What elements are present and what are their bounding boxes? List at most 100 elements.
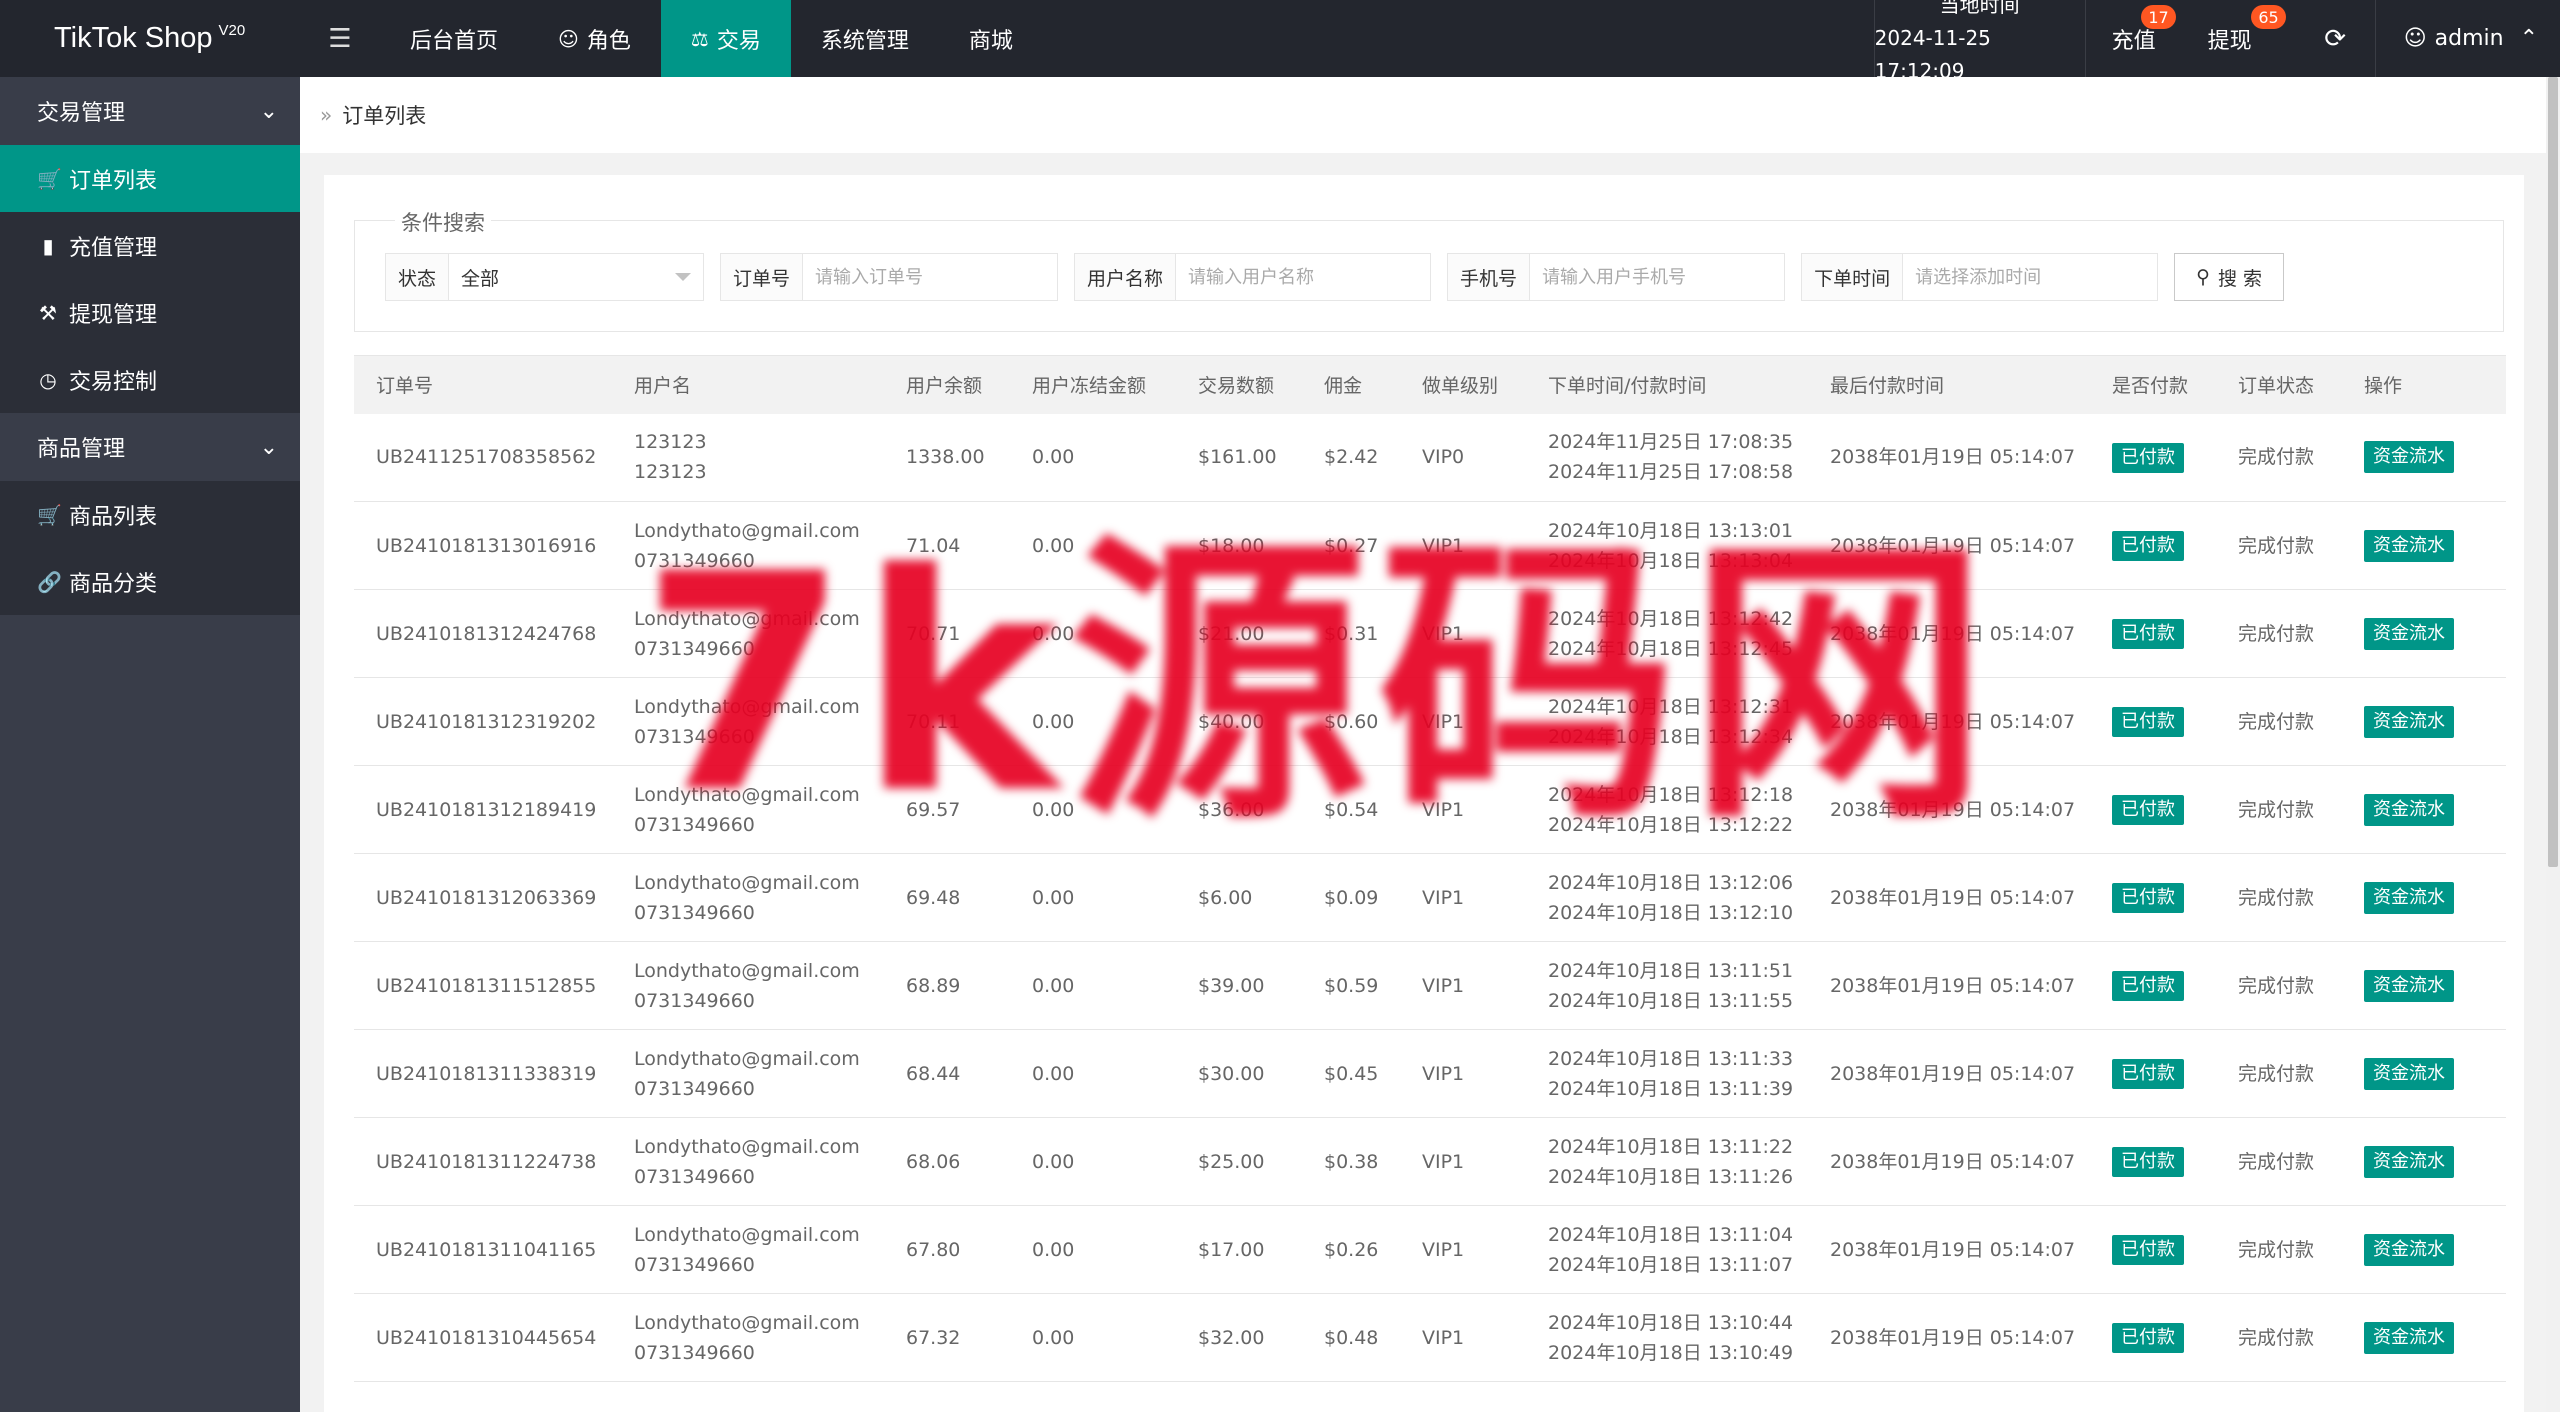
balance-cell: 1338.00	[906, 446, 985, 469]
paid-badge: 已付款	[2112, 883, 2184, 913]
hammer-icon: ⚒	[39, 300, 57, 325]
level-cell: VIP1	[1422, 974, 1465, 997]
fund-flow-button[interactable]: 资金流水	[2364, 529, 2454, 562]
fund-flow-button[interactable]: 资金流水	[2364, 705, 2454, 738]
paid-cell: 已付款	[2090, 1030, 2216, 1118]
fund-flow-button[interactable]: 资金流水	[2364, 617, 2454, 650]
sidebar-item-withdraw[interactable]: ⚒ 提现管理	[0, 279, 300, 346]
frozen-cell: 0.00	[1032, 1326, 1075, 1349]
sidebar: 交易管理 ⌄ 🛒 订单列表 ▮ 充值管理 ⚒ 提现管理 ◷ 交易控制 商品管理 …	[0, 77, 300, 1412]
column-header: 订单号	[354, 355, 612, 414]
column-header: 佣金	[1302, 355, 1400, 414]
status-cell: 完成付款	[2238, 1150, 2315, 1173]
table-row: UB2410181312424768 Londythato@gmail.com 07…	[354, 590, 2506, 678]
frozen-cell: 0.00	[1032, 974, 1075, 997]
fund-flow-button[interactable]: 资金流水	[2364, 1321, 2454, 1354]
time-input[interactable]	[1903, 254, 2158, 300]
order-cell: UB2410181311224738	[376, 1150, 597, 1173]
sidebar-item-goods-category[interactable]: 🔗 商品分类	[0, 548, 300, 615]
commission-cell: $0.45	[1324, 1062, 1379, 1085]
level-cell: VIP0	[1422, 446, 1465, 469]
search-button[interactable]: ⚲ 搜 索	[2174, 253, 2285, 301]
fund-flow-button[interactable]: 资金流水	[2364, 969, 2454, 1002]
user-phone: 0731349660	[634, 1077, 755, 1100]
fund-flow-button[interactable]: 资金流水	[2364, 881, 2454, 914]
last-cell: 2038年01月19日 05:14:07	[1830, 710, 2076, 733]
paid-badge: 已付款	[2112, 971, 2184, 1001]
level-cell: VIP1	[1422, 534, 1465, 557]
sidebar-group-goods[interactable]: 商品管理 ⌄	[0, 413, 300, 481]
nav-role[interactable]: ☺ 角色	[528, 0, 661, 77]
order-time-cell: 2024年10月18日 13:11:33 2024年10月18日 13:11:39	[1526, 1030, 1808, 1118]
pay-time: 2024年10月18日 13:11:26	[1548, 1165, 1794, 1188]
order-input[interactable]	[803, 254, 1058, 300]
user-menu[interactable]: ☺ admin ⌃	[2376, 0, 2560, 77]
recharge-button[interactable]: 充值 17	[2086, 0, 2182, 77]
breadcrumb-current[interactable]: 订单列表	[342, 100, 426, 130]
nav-shop[interactable]: 商城	[939, 0, 1043, 77]
search-icon: ⚲	[2196, 266, 2211, 288]
fund-flow-button[interactable]: 资金流水	[2364, 1145, 2454, 1178]
order-time: 2024年10月18日 13:10:44	[1548, 1311, 1794, 1334]
user-phone: 0731349660	[634, 1341, 755, 1364]
pay-time: 2024年10月18日 13:12:45	[1548, 637, 1794, 660]
sidebar-item-recharge[interactable]: ▮ 充值管理	[0, 212, 300, 279]
amount-cell: $161.00	[1198, 446, 1277, 469]
fund-flow-button[interactable]: 资金流水	[2364, 441, 2454, 474]
balance-cell: 68.89	[906, 974, 961, 997]
last-cell: 2038年01月19日 05:14:07	[1830, 446, 2076, 469]
status-select[interactable]: 全部	[449, 254, 703, 300]
order-time-cell: 2024年10月18日 13:12:42 2024年10月18日 13:12:45	[1526, 590, 1808, 678]
user-cell: Londythato@gmail.com 0731349660	[612, 1030, 884, 1118]
sidebar-item-trade-control[interactable]: ◷ 交易控制	[0, 346, 300, 413]
column-header: 用户余额	[884, 355, 1010, 414]
order-time: 2024年11月25日 17:08:35	[1548, 431, 1794, 454]
level-cell: VIP1	[1422, 622, 1465, 645]
table-row: UB2410181313016916 Londythato@gmail.com 07…	[354, 502, 2506, 590]
withdraw-button[interactable]: 提现 65	[2182, 0, 2296, 77]
paid-badge: 已付款	[2112, 1059, 2184, 1089]
commission-cell: $2.42	[1324, 446, 1379, 469]
table-row: Londythato@gmail.com 2024年10月18日 13:10:22	[354, 1382, 2506, 1412]
last-cell: 2038年01月19日 05:14:07	[1830, 1326, 2076, 1349]
nav-trade[interactable]: ⚖ 交易	[660, 0, 791, 77]
scrollbar[interactable]	[2546, 77, 2560, 1412]
last-cell: 2038年01月19日 05:14:07	[1830, 798, 2076, 821]
scrollbar-thumb[interactable]	[2548, 77, 2558, 867]
user-phone: 0731349660	[634, 637, 755, 660]
fund-flow-button[interactable]: 资金流水	[2364, 1233, 2454, 1266]
cart-icon: 🛒	[37, 502, 62, 527]
user-email: Londythato@gmail.com	[634, 519, 860, 542]
logo[interactable]: TikTok Shop V20	[0, 0, 300, 77]
sidebar-item-goods-list[interactable]: 🛒 商品列表	[0, 481, 300, 548]
username-input[interactable]	[1176, 254, 1431, 300]
status-cell: 完成付款	[2238, 534, 2315, 557]
search-fieldset: 条件搜索 状态 全部 订单号 用户名称 手	[354, 207, 2504, 332]
refresh-icon[interactable]: ⟳	[2296, 0, 2376, 77]
balance-cell: 67.80	[906, 1238, 961, 1261]
fund-flow-button[interactable]: 资金流水	[2364, 793, 2454, 826]
user-phone: 0731349660	[634, 989, 755, 1012]
menu-toggle-icon[interactable]: ☰	[300, 0, 380, 77]
sidebar-group-trade[interactable]: 交易管理 ⌄	[0, 77, 300, 145]
order-table: 订单号 用户名 用户余额 用户冻结金额 交易数额 佣金 做单级别 下单时间/付款时间 最后付款时…	[354, 355, 2506, 1412]
sidebar-item-label: 提现管理	[69, 302, 158, 328]
user-email: Londythato@gmail.com	[634, 871, 860, 894]
phone-input[interactable]	[1530, 254, 1785, 300]
action-cell: 资金流水	[2342, 502, 2506, 590]
sidebar-item-orders[interactable]: 🛒 订单列表	[0, 145, 300, 212]
nav-home[interactable]: 后台首页	[380, 0, 528, 77]
frozen-cell: 0.00	[1032, 1150, 1075, 1173]
order-time-cell: 2024年10月18日 13:10:22	[1526, 1382, 1808, 1412]
table-row: UB2410181311224738 Londythato@gmail.com 07…	[354, 1118, 2506, 1206]
search-button-label: 搜 索	[2218, 267, 2263, 290]
commission-cell: $0.27	[1324, 534, 1379, 557]
pay-time: 2024年10月18日 13:12:22	[1548, 813, 1794, 836]
search-filters: 状态 全部 订单号 用户名称 手机号	[385, 253, 2285, 301]
nav-system[interactable]: 系统管理	[791, 0, 939, 77]
fund-flow-button[interactable]: 资金流水	[2364, 1057, 2454, 1090]
pay-time: 2024年10月18日 13:10:49	[1548, 1341, 1794, 1364]
user-email: Londythato@gmail.com	[634, 695, 860, 718]
table-body: UB2411251708358562 123123 123123 1338.00 0.0…	[354, 414, 2506, 1412]
frozen-cell: 0.00	[1032, 798, 1075, 821]
